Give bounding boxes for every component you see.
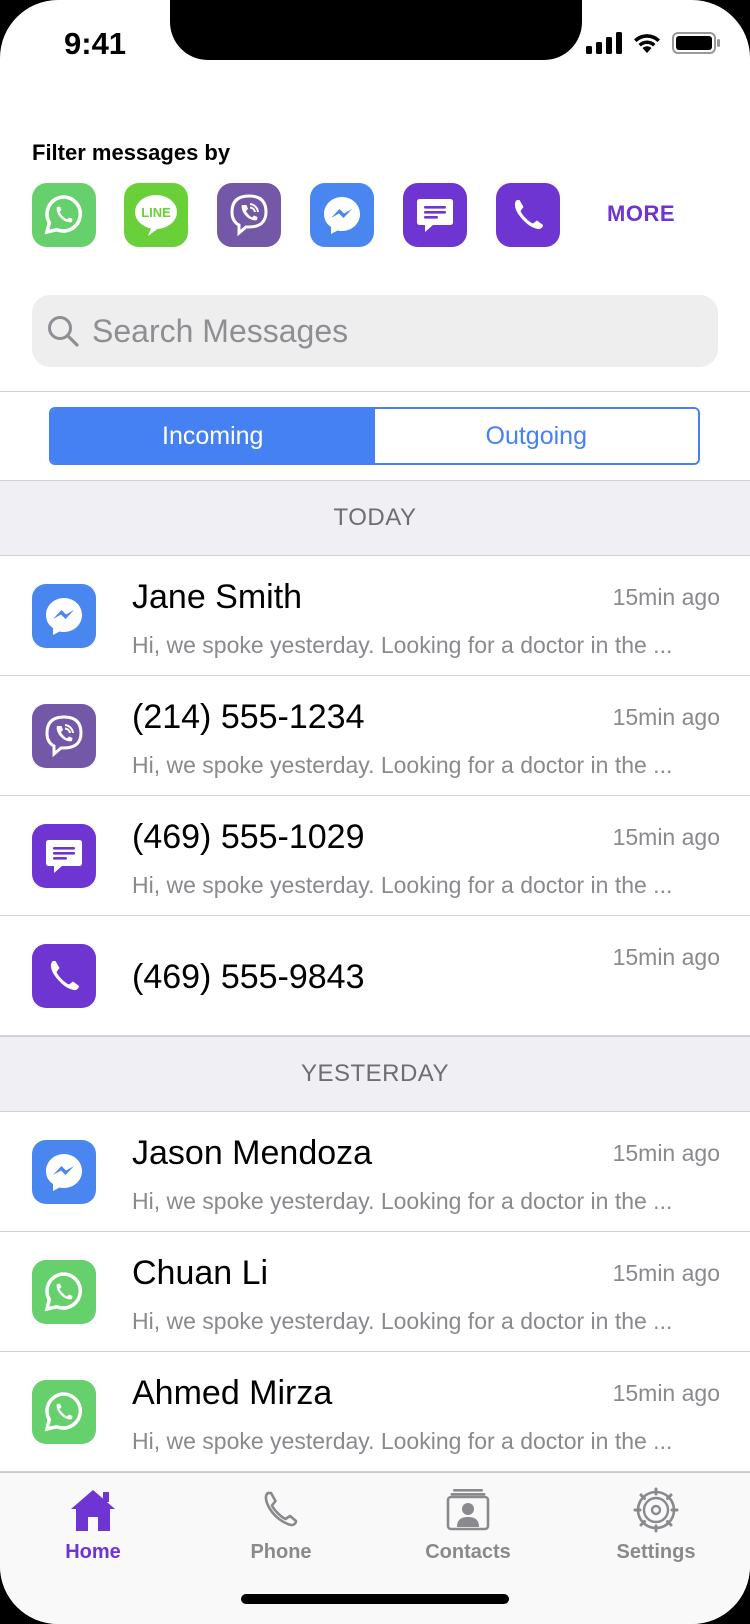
contact-name: (214) 555-1234 [132,698,365,736]
status-time: 9:41 [64,26,127,61]
sms-icon [32,824,96,888]
phone-screen: 9:41 Filter messages by LINE MORE Search… [0,0,750,1624]
section-header-today: TODAY [0,480,750,556]
viber-icon [32,704,96,768]
search-icon [48,316,79,347]
message-row[interactable]: Chuan Li 15min ago Hi, we spoke yesterda… [0,1232,750,1352]
contact-name: Chuan Li [132,1254,269,1292]
message-row[interactable]: Jane Smith 15min ago Hi, we spoke yester… [0,556,750,676]
message-time: 15min ago [612,1260,720,1286]
whatsapp-icon [44,195,83,235]
tab-home[interactable]: Home [33,1487,153,1564]
contact-name: Jason Mendoza [132,1134,373,1172]
filter-row: LINE MORE [32,183,732,249]
direction-segmented-control: Incoming Outgoing [49,407,700,465]
message-preview: Hi, we spoke yesterday. Looking for a do… [132,872,673,898]
segment-outgoing[interactable]: Outgoing [374,409,698,463]
filter-messenger-button[interactable] [310,183,374,247]
messenger-icon [32,584,96,648]
whatsapp-icon [32,1380,96,1444]
filter-viber-button[interactable] [217,183,281,247]
contact-name: Ahmed Mirza [132,1374,333,1412]
tab-label: Settings [616,1541,696,1563]
message-time: 15min ago [612,584,720,610]
home-indicator[interactable] [241,1594,509,1604]
message-preview: Hi, we spoke yesterday. Looking for a do… [132,752,673,778]
filter-title: Filter messages by [32,140,231,165]
line-logo-text: LINE [141,205,171,220]
sms-icon [417,199,453,232]
messenger-icon [32,1140,96,1204]
line-icon: LINE [135,195,177,236]
filter-whatsapp-button[interactable] [32,183,96,247]
message-time: 15min ago [612,944,720,970]
tab-settings[interactable]: Settings [596,1487,716,1564]
message-row[interactable]: (469) 555-1029 15min ago Hi, we spoke ye… [0,796,750,916]
phone-icon [264,1491,298,1527]
whatsapp-icon [32,1260,96,1324]
battery-icon [672,32,720,54]
notch [170,0,582,60]
message-row[interactable]: Ahmed Mirza 15min ago Hi, we spoke yeste… [0,1352,750,1472]
tab-label: Phone [250,1541,312,1563]
message-preview: Hi, we spoke yesterday. Looking for a do… [132,632,673,658]
viber-icon [230,194,268,237]
section-header-yesterday: YESTERDAY [0,1036,750,1112]
contact-name: (469) 555-9843 [132,958,365,996]
divider [0,391,750,392]
status-icons [586,32,720,54]
message-row[interactable]: (214) 555-1234 15min ago Hi, we spoke ye… [0,676,750,796]
contact-name: Jane Smith [132,578,303,616]
tab-phone[interactable]: Phone [221,1487,341,1564]
messenger-icon [324,197,360,234]
filter-sms-button[interactable] [403,183,467,247]
message-preview: Hi, we spoke yesterday. Looking for a do… [132,1428,673,1454]
message-preview: Hi, we spoke yesterday. Looking for a do… [132,1188,673,1214]
search-bar[interactable] [32,295,718,367]
segment-incoming[interactable]: Incoming [51,409,375,463]
message-preview: Hi, we spoke yesterday. Looking for a do… [132,1308,673,1334]
more-filters-button[interactable]: MORE [607,201,675,227]
tab-label: Home [65,1541,121,1563]
filter-line-button[interactable]: LINE [124,183,188,247]
message-time: 15min ago [612,1140,720,1166]
message-row[interactable]: Jason Mendoza 15min ago Hi, we spoke yes… [0,1112,750,1232]
home-icon [71,1490,115,1531]
message-time: 15min ago [612,824,720,850]
message-row[interactable]: (469) 555-9843 15min ago [0,916,750,1036]
wifi-icon [634,34,660,53]
phone-icon [32,944,96,1008]
contacts-icon [446,1489,490,1531]
message-time: 15min ago [612,1380,720,1406]
tab-label: Contacts [425,1541,511,1563]
filter-phone-button[interactable] [496,183,560,247]
settings-icon [633,1487,679,1533]
signal-icon [586,32,622,54]
tab-contacts[interactable]: Contacts [408,1487,528,1564]
phone-icon [514,200,543,230]
search-input[interactable] [92,312,692,350]
contact-name: (469) 555-1029 [132,818,365,856]
message-time: 15min ago [612,704,720,730]
